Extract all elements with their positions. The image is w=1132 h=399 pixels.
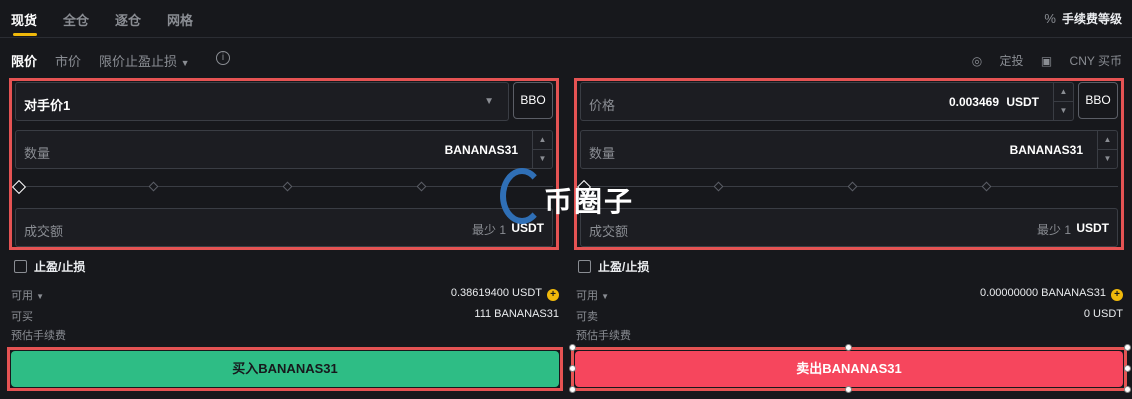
info-icon[interactable]: i xyxy=(216,51,230,65)
buy-available-value: 0.38619400 USDT xyxy=(450,287,542,299)
watermark-ring-icon xyxy=(500,168,544,224)
fee-level-label: 手续费等级 xyxy=(1061,12,1122,26)
sell-quantity-unit: BANANAS31 xyxy=(1009,143,1083,157)
buy-available-row: 可用 ▼ 0.38619400 USDT + xyxy=(11,287,559,303)
tab-grid[interactable]: 网格 xyxy=(167,10,193,29)
fee-level-link[interactable]: % 手续费等级 xyxy=(1044,10,1122,27)
tab-spot[interactable]: 现货 xyxy=(11,10,37,29)
chevron-down-icon: ▼ xyxy=(601,292,609,301)
buy-quantity-input[interactable]: 数量 BANANAS31 ▲ ▼ xyxy=(15,130,553,169)
buy-slider-75[interactable] xyxy=(416,181,427,192)
right-links: ◎ 定投 ▣ CNY 买币 xyxy=(958,52,1122,69)
buy-cny-link[interactable]: ▣ CNY 买币 xyxy=(1041,54,1122,68)
chevron-down-icon: ▼ xyxy=(36,292,44,301)
buy-can-buy-value: 111 BANANAS31 xyxy=(474,308,559,320)
buy-fee-row: 预估手续费 xyxy=(11,327,559,343)
resize-handle[interactable] xyxy=(845,344,852,351)
sell-price-value: 0.003469 xyxy=(948,95,999,109)
buy-amount-input[interactable]: 成交额 最少 1 USDT xyxy=(15,208,553,247)
buy-can-buy-row: 可买 111 BANANAS31 xyxy=(11,308,559,324)
buy-slider-50[interactable] xyxy=(282,181,293,192)
buy-quantity-label: 数量 xyxy=(24,146,51,161)
sell-slider-75[interactable] xyxy=(981,181,992,192)
sell-price-label: 价格 xyxy=(589,98,616,113)
tab-cross-margin[interactable]: 全仓 xyxy=(63,10,89,29)
sell-amount-unit: USDT xyxy=(1076,221,1109,235)
resize-handle[interactable] xyxy=(569,344,576,351)
plus-coin-icon[interactable]: + xyxy=(547,289,559,301)
sell-bbo-button[interactable]: BBO xyxy=(1078,82,1118,119)
sell-price-stepper[interactable]: ▲ ▼ xyxy=(1053,83,1073,120)
sell-form-panel: 价格 0.003469 USDT ▲ ▼ BBO 数量 BANANAS31 ▲ ▼ … xyxy=(574,78,1124,250)
buy-quantity-stepper[interactable]: ▲ ▼ xyxy=(532,131,552,168)
buy-slider-25[interactable] xyxy=(148,181,159,192)
sell-slider-25[interactable] xyxy=(713,181,724,192)
chevron-down-icon: ▼ xyxy=(484,96,494,107)
buy-tpsl-label: 止盈/止损 xyxy=(34,260,86,274)
sell-quantity-stepper[interactable]: ▲ ▼ xyxy=(1097,131,1117,168)
sell-can-sell-row: 可卖 0 USDT xyxy=(576,308,1123,324)
buy-button-frame: 买入BANANAS31 xyxy=(7,347,563,391)
resize-handle[interactable] xyxy=(569,365,576,372)
resize-handle[interactable] xyxy=(1124,386,1131,393)
buy-form-panel: 对手价1 ▼ BBO 数量 BANANAS31 ▲ ▼ 成交额 最少 1 USDT xyxy=(9,78,559,250)
sell-can-sell-label: 可卖 xyxy=(576,311,598,323)
sell-tpsl-label: 止盈/止损 xyxy=(598,260,650,274)
checkbox-icon xyxy=(14,260,27,273)
chevron-up-icon[interactable]: ▲ xyxy=(533,131,552,149)
sell-can-sell-value: 0 USDT xyxy=(1083,308,1123,320)
chevron-up-icon[interactable]: ▲ xyxy=(1098,131,1117,149)
buy-bbo-button[interactable]: BBO xyxy=(513,82,553,119)
order-type-market[interactable]: 市价 xyxy=(55,51,81,70)
resize-handle[interactable] xyxy=(845,386,852,393)
watermark-logo: 币圈子 xyxy=(500,168,640,228)
buy-fee-label[interactable]: 预估手续费 xyxy=(11,330,66,342)
checkbox-icon xyxy=(578,260,591,273)
order-type-bar: 限价 市价 限价止盈止损 ▼ i ◎ 定投 ▣ CNY 买币 xyxy=(0,50,1132,70)
sell-tpsl-checkbox[interactable]: 止盈/止损 xyxy=(578,258,649,275)
buy-can-buy-label: 可买 xyxy=(11,311,33,323)
sell-button-frame: 卖出BANANAS31 xyxy=(571,347,1127,391)
order-type-stop-limit-label: 限价止盈止损 xyxy=(99,54,178,69)
tab-isolated-margin[interactable]: 逐仓 xyxy=(115,10,141,29)
buy-button[interactable]: 买入BANANAS31 xyxy=(11,351,559,387)
chevron-up-icon[interactable]: ▲ xyxy=(1054,83,1073,101)
chevron-down-icon[interactable]: ▼ xyxy=(533,149,552,167)
buy-available-label[interactable]: 可用 ▼ xyxy=(11,290,44,302)
active-tab-indicator xyxy=(13,33,37,36)
auto-invest-link[interactable]: ◎ 定投 xyxy=(972,54,1024,68)
chevron-down-icon: ▼ xyxy=(180,58,190,68)
order-type-stop-limit[interactable]: 限价止盈止损 ▼ xyxy=(99,51,190,70)
sell-quantity-input[interactable]: 数量 BANANAS31 ▲ ▼ xyxy=(580,130,1118,169)
sell-fee-label[interactable]: 预估手续费 xyxy=(576,330,631,342)
buy-slider-handle[interactable] xyxy=(11,179,27,195)
chevron-down-icon[interactable]: ▼ xyxy=(1054,101,1073,119)
resize-handle[interactable] xyxy=(1124,344,1131,351)
sell-available-row: 可用 ▼ 0.00000000 BANANAS31 + xyxy=(576,287,1123,303)
sell-amount-input[interactable]: 成交额 最少 1 USDT xyxy=(580,208,1118,247)
resize-handle[interactable] xyxy=(1124,365,1131,372)
sell-button[interactable]: 卖出BANANAS31 xyxy=(575,351,1123,387)
sell-fee-row: 预估手续费 xyxy=(576,327,1123,343)
sell-price-input[interactable]: 价格 0.003469 USDT ▲ ▼ xyxy=(580,82,1074,121)
sell-price-unit: USDT xyxy=(1006,95,1039,109)
buy-price-select-label: 对手价1 xyxy=(24,98,71,113)
order-type-limit[interactable]: 限价 xyxy=(11,51,37,70)
watermark-text: 币圈子 xyxy=(544,186,635,217)
sell-available-label[interactable]: 可用 ▼ xyxy=(576,290,609,302)
chevron-down-icon[interactable]: ▼ xyxy=(1098,149,1117,167)
percent-icon: % xyxy=(1044,11,1056,26)
buy-quantity-unit: BANANAS31 xyxy=(444,143,518,157)
buy-amount-label: 成交额 xyxy=(24,224,64,239)
buy-tpsl-checkbox[interactable]: 止盈/止损 xyxy=(14,258,85,275)
buy-price-select[interactable]: 对手价1 ▼ xyxy=(15,82,509,121)
resize-handle[interactable] xyxy=(569,386,576,393)
sell-amount-min: 最少 1 xyxy=(1036,223,1071,237)
sell-slider-50[interactable] xyxy=(847,181,858,192)
sell-quantity-label: 数量 xyxy=(589,146,616,161)
plus-coin-icon[interactable]: + xyxy=(1111,289,1123,301)
sell-available-value: 0.00000000 BANANAS31 xyxy=(980,287,1106,299)
top-tab-bar: 现货 全仓 逐仓 网格 % 手续费等级 xyxy=(0,0,1132,38)
